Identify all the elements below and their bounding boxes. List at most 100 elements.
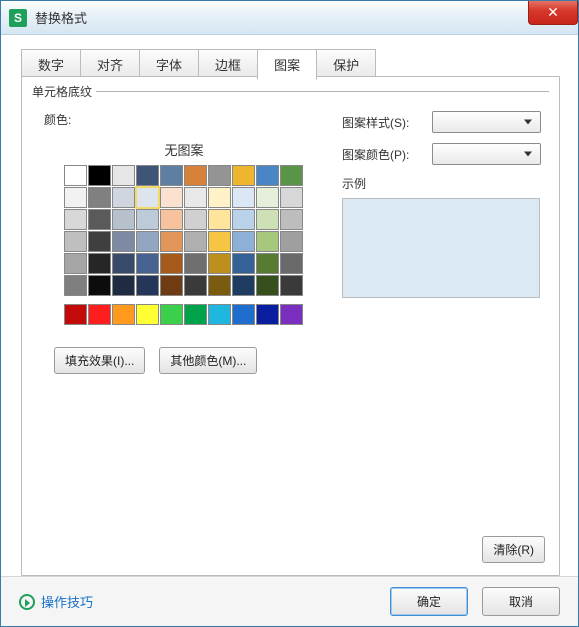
tab-pattern[interactable]: 图案 [257, 49, 317, 80]
tab-panel: 单元格底纹 颜色: 无图案 填充效果(I)... 其他颜色(M)... [21, 76, 560, 576]
color-swatch[interactable] [88, 231, 111, 252]
standard-color-swatch[interactable] [280, 304, 303, 325]
color-swatch[interactable] [112, 231, 135, 252]
example-preview [342, 198, 540, 298]
color-swatch[interactable] [136, 209, 159, 230]
color-swatch[interactable] [256, 253, 279, 274]
color-swatch[interactable] [184, 275, 207, 296]
color-swatch[interactable] [112, 187, 135, 208]
pattern-color-combo[interactable] [432, 143, 541, 165]
color-swatch[interactable] [136, 165, 159, 186]
standard-color-swatch[interactable] [184, 304, 207, 325]
color-swatch[interactable] [184, 209, 207, 230]
color-swatch[interactable] [256, 231, 279, 252]
color-swatch[interactable] [160, 275, 183, 296]
close-icon: ✕ [547, 4, 559, 21]
color-swatch[interactable] [136, 231, 159, 252]
pattern-style-label: 图案样式(S): [342, 114, 432, 131]
color-label: 颜色: [44, 111, 324, 128]
tab-strip: 数字 对齐 字体 边框 图案 保护 [1, 35, 578, 80]
color-swatch[interactable] [208, 253, 231, 274]
color-swatch[interactable] [232, 209, 255, 230]
color-swatch[interactable] [112, 253, 135, 274]
standard-color-swatch[interactable] [232, 304, 255, 325]
color-swatch[interactable] [112, 209, 135, 230]
color-swatch[interactable] [232, 275, 255, 296]
color-swatch[interactable] [280, 187, 303, 208]
color-swatch[interactable] [280, 231, 303, 252]
color-swatch[interactable] [64, 275, 87, 296]
standard-color-swatch[interactable] [64, 304, 87, 325]
color-swatch[interactable] [160, 209, 183, 230]
no-pattern-label: 无图案 [44, 140, 324, 159]
pattern-style-row: 图案样式(S): [342, 111, 541, 133]
color-swatch[interactable] [64, 209, 87, 230]
color-swatch[interactable] [208, 209, 231, 230]
standard-color-swatch[interactable] [208, 304, 231, 325]
color-swatch[interactable] [160, 231, 183, 252]
pattern-color-label: 图案颜色(P): [342, 146, 432, 163]
color-swatch[interactable] [88, 187, 111, 208]
standard-color-swatch[interactable] [88, 304, 111, 325]
color-swatch[interactable] [280, 209, 303, 230]
title-bar: S 替换格式 ✕ [1, 1, 578, 35]
color-swatch[interactable] [112, 165, 135, 186]
more-colors-button[interactable]: 其他颜色(M)... [159, 347, 257, 374]
color-swatch[interactable] [64, 165, 87, 186]
color-swatch[interactable] [64, 253, 87, 274]
color-swatch[interactable] [208, 187, 231, 208]
color-swatch[interactable] [208, 275, 231, 296]
color-swatch[interactable] [232, 231, 255, 252]
color-swatch[interactable] [88, 275, 111, 296]
color-swatch[interactable] [184, 187, 207, 208]
window-title: 替换格式 [35, 8, 87, 27]
client-area: 数字 对齐 字体 边框 图案 保护 单元格底纹 颜色: 无图案 填充效果(I).… [1, 35, 578, 626]
color-swatch[interactable] [64, 231, 87, 252]
color-swatch[interactable] [280, 253, 303, 274]
standard-color-swatch[interactable] [112, 304, 135, 325]
color-swatch[interactable] [64, 187, 87, 208]
standard-color-swatch[interactable] [256, 304, 279, 325]
color-swatch[interactable] [160, 253, 183, 274]
ok-button[interactable]: 确定 [390, 587, 468, 616]
left-column: 颜色: 无图案 填充效果(I)... 其他颜色(M)... [44, 111, 324, 374]
color-swatch[interactable] [208, 165, 231, 186]
color-swatch[interactable] [184, 165, 207, 186]
color-swatch[interactable] [88, 209, 111, 230]
color-swatch[interactable] [256, 165, 279, 186]
shading-legend: 单元格底纹 [32, 83, 96, 100]
example-label: 示例 [342, 175, 541, 192]
color-swatch[interactable] [136, 253, 159, 274]
color-swatch[interactable] [184, 253, 207, 274]
standard-color-swatch[interactable] [160, 304, 183, 325]
clear-row: 清除(R) [482, 536, 545, 563]
app-icon: S [9, 9, 27, 27]
color-swatch[interactable] [208, 231, 231, 252]
color-swatch[interactable] [136, 275, 159, 296]
standard-color-swatch[interactable] [136, 304, 159, 325]
tips-link[interactable]: 操作技巧 [41, 592, 93, 611]
clear-button[interactable]: 清除(R) [482, 536, 545, 563]
color-swatch[interactable] [280, 165, 303, 186]
color-swatch[interactable] [160, 165, 183, 186]
color-swatch[interactable] [280, 275, 303, 296]
palette-buttons: 填充效果(I)... 其他颜色(M)... [54, 347, 324, 374]
color-swatch[interactable] [232, 165, 255, 186]
pattern-style-combo[interactable] [432, 111, 541, 133]
color-swatch[interactable] [256, 209, 279, 230]
fill-effect-button[interactable]: 填充效果(I)... [54, 347, 145, 374]
color-swatch[interactable] [88, 253, 111, 274]
right-column: 图案样式(S): 图案颜色(P): 示例 [342, 111, 541, 298]
color-swatch[interactable] [256, 187, 279, 208]
pattern-color-row: 图案颜色(P): [342, 143, 541, 165]
color-swatch[interactable] [232, 187, 255, 208]
color-swatch[interactable] [184, 231, 207, 252]
color-swatch[interactable] [88, 165, 111, 186]
color-swatch[interactable] [160, 187, 183, 208]
cancel-button[interactable]: 取消 [482, 587, 560, 616]
color-swatch[interactable] [232, 253, 255, 274]
close-button[interactable]: ✕ [528, 1, 578, 25]
color-swatch[interactable] [112, 275, 135, 296]
color-swatch[interactable] [136, 187, 159, 208]
color-swatch[interactable] [256, 275, 279, 296]
